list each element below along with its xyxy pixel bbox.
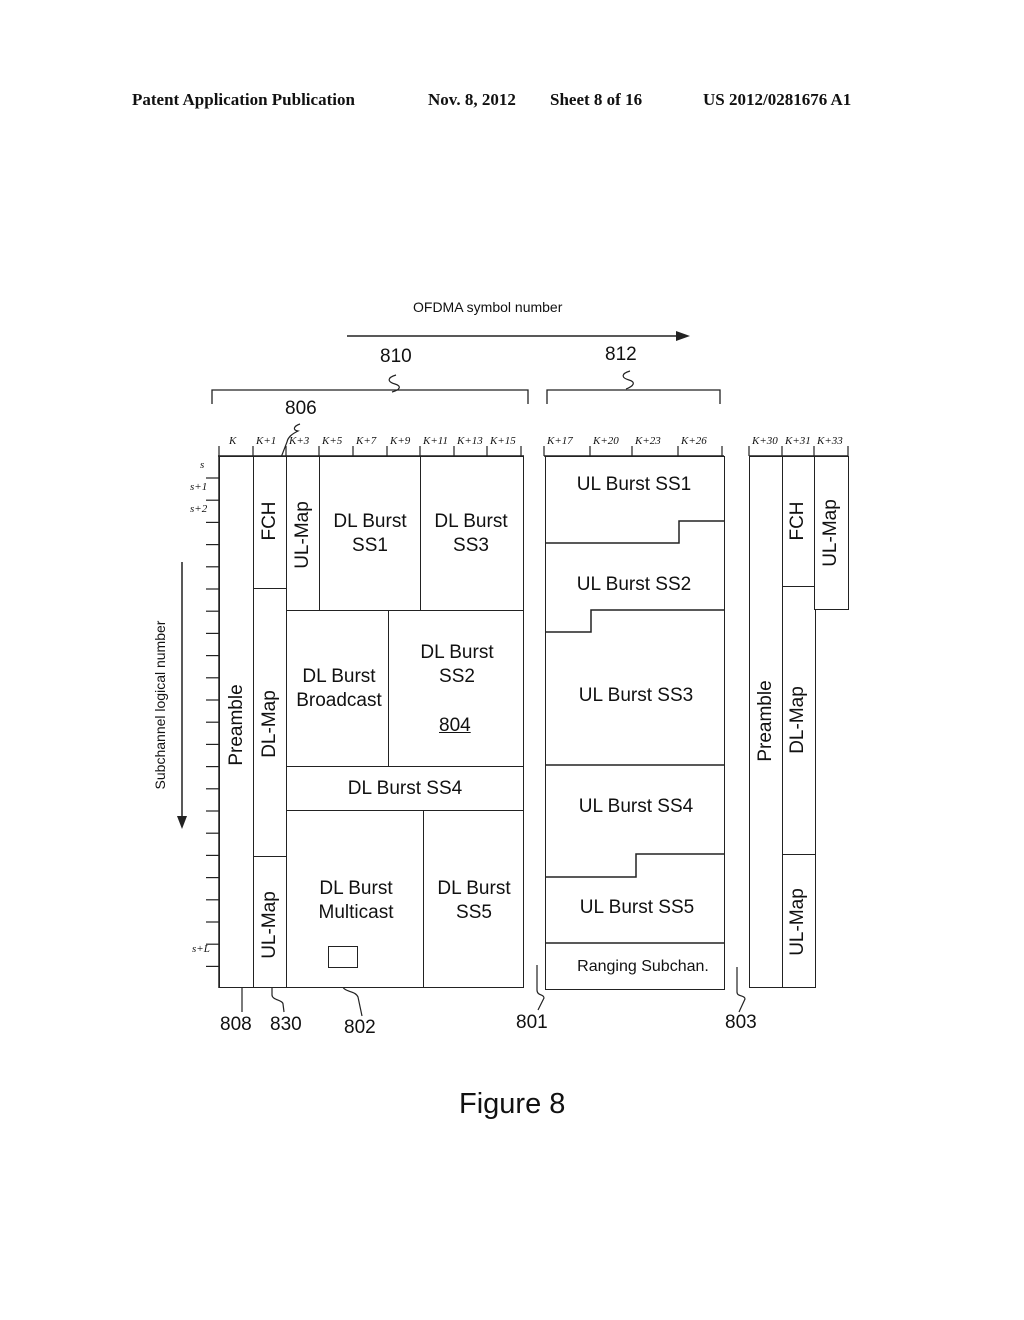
next-ul-map-bottom-label: UL-Map xyxy=(787,888,808,956)
next-preamble-label: Preamble xyxy=(755,680,776,762)
next-dl-map-label: DL-Map xyxy=(787,686,808,754)
ul-burst-ss2: UL Burst SS2 xyxy=(576,574,692,595)
figure-caption: Figure 8 xyxy=(459,1088,566,1120)
ref-830: 830 xyxy=(270,1014,302,1035)
ul-ranging-subchannel: Ranging Subchan. xyxy=(577,958,709,975)
ul-boundary-ss4-ss5 xyxy=(546,853,724,878)
ref-801: 801 xyxy=(516,1012,548,1033)
ul-boundary-ss2-ss3 xyxy=(546,609,724,633)
ul-burst-boundaries xyxy=(546,520,724,944)
ref-803: 803 xyxy=(725,1012,757,1033)
ref-808: 808 xyxy=(220,1014,252,1035)
next-ul-map-bottom: UL-Map xyxy=(782,854,816,988)
ul-burst-ss1: UL Burst SS1 xyxy=(576,474,692,495)
ul-boundary-ss1-ss2 xyxy=(546,520,724,544)
ul-burst-ss5: UL Burst SS5 xyxy=(579,897,695,918)
ref-802: 802 xyxy=(344,1017,376,1038)
next-ul-map-top-label: UL-Map xyxy=(820,499,841,567)
ref-806: 806 xyxy=(285,398,317,419)
next-preamble: Preamble xyxy=(749,456,784,988)
ref-812: 812 xyxy=(605,344,637,365)
next-fch: FCH xyxy=(782,456,816,588)
ul-burst-ss4: UL Burst SS4 xyxy=(578,796,694,817)
next-dl-map: DL-Map xyxy=(782,586,816,856)
ref-810: 810 xyxy=(380,346,412,367)
ul-burst-ss3: UL Burst SS3 xyxy=(578,685,694,706)
next-ul-map-top: UL-Map xyxy=(814,456,849,610)
next-fch-label: FCH xyxy=(787,501,808,541)
